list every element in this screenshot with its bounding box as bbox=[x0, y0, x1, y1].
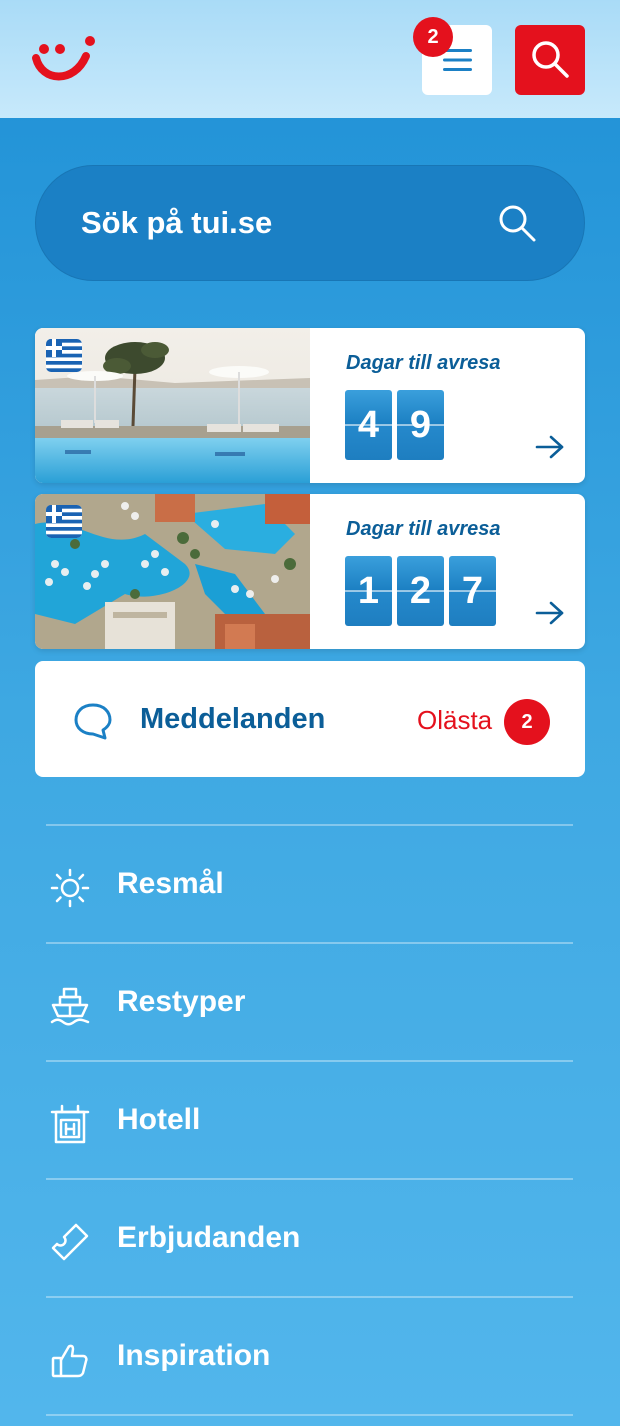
search-icon bbox=[499, 205, 536, 242]
sun-icon bbox=[50, 868, 90, 908]
nav-label: Inspiration bbox=[117, 1339, 271, 1372]
greece-flag-icon bbox=[46, 505, 82, 538]
nav-item-erbjudanden[interactable]: Erbjudanden bbox=[46, 1178, 573, 1296]
chat-bubble-icon bbox=[74, 703, 112, 740]
hamburger-icon bbox=[443, 49, 472, 71]
search-icon bbox=[532, 41, 569, 78]
nav-label: Erbjudanden bbox=[117, 1221, 301, 1254]
ship-icon bbox=[50, 987, 90, 1026]
nav-item-inspiration[interactable]: Inspiration bbox=[46, 1296, 573, 1414]
nav-label: Resmål bbox=[117, 867, 224, 900]
unread-label: Olästa bbox=[417, 705, 493, 735]
nav-item-restyper[interactable]: Restyper bbox=[46, 942, 573, 1060]
countdown-digit: 4 bbox=[345, 390, 392, 460]
countdown-digit: 2 bbox=[397, 556, 444, 626]
trip-card[interactable]: Dagar till avresa 1 2 7 bbox=[35, 494, 585, 649]
messages-title: Meddelanden bbox=[140, 703, 326, 735]
ticket-icon bbox=[51, 1223, 89, 1261]
thumbs-up-icon bbox=[51, 1344, 88, 1378]
unread-count-badge: 2 bbox=[504, 699, 550, 745]
nav-item-hotell[interactable]: Hotell bbox=[46, 1060, 573, 1178]
nav-label: Restyper bbox=[117, 985, 246, 1018]
arrow-right-icon bbox=[535, 601, 564, 625]
nav-item-resmal[interactable]: Resmål bbox=[46, 824, 573, 942]
countdown-digits: 4 9 bbox=[345, 390, 444, 460]
countdown-title: Dagar till avresa bbox=[346, 518, 501, 540]
main-nav-list: Resmål Restyper Hotell Erbjudanden Inspi… bbox=[46, 824, 573, 1416]
nav-divider bbox=[46, 1414, 573, 1416]
arrow-right-icon bbox=[535, 435, 564, 459]
messages-card[interactable]: Meddelanden Olästa 2 bbox=[35, 661, 585, 777]
countdown-digits: 1 2 7 bbox=[345, 556, 496, 626]
site-search-bar[interactable]: Sök på tui.se bbox=[35, 165, 585, 281]
nav-label: Hotell bbox=[117, 1103, 201, 1136]
countdown-digit: 1 bbox=[345, 556, 392, 626]
hotel-icon bbox=[50, 1104, 90, 1144]
top-header: 2 bbox=[0, 0, 620, 118]
menu-notification-badge: 2 bbox=[413, 17, 453, 57]
greece-flag-icon bbox=[46, 339, 82, 372]
countdown-title: Dagar till avresa bbox=[346, 352, 501, 374]
trip-card[interactable]: Dagar till avresa 4 9 bbox=[35, 328, 585, 483]
search-placeholder: Sök på tui.se bbox=[81, 205, 273, 240]
header-search-button[interactable] bbox=[515, 25, 585, 95]
countdown-digit: 9 bbox=[397, 390, 444, 460]
countdown-digit: 7 bbox=[449, 556, 496, 626]
tui-logo[interactable] bbox=[30, 32, 100, 84]
